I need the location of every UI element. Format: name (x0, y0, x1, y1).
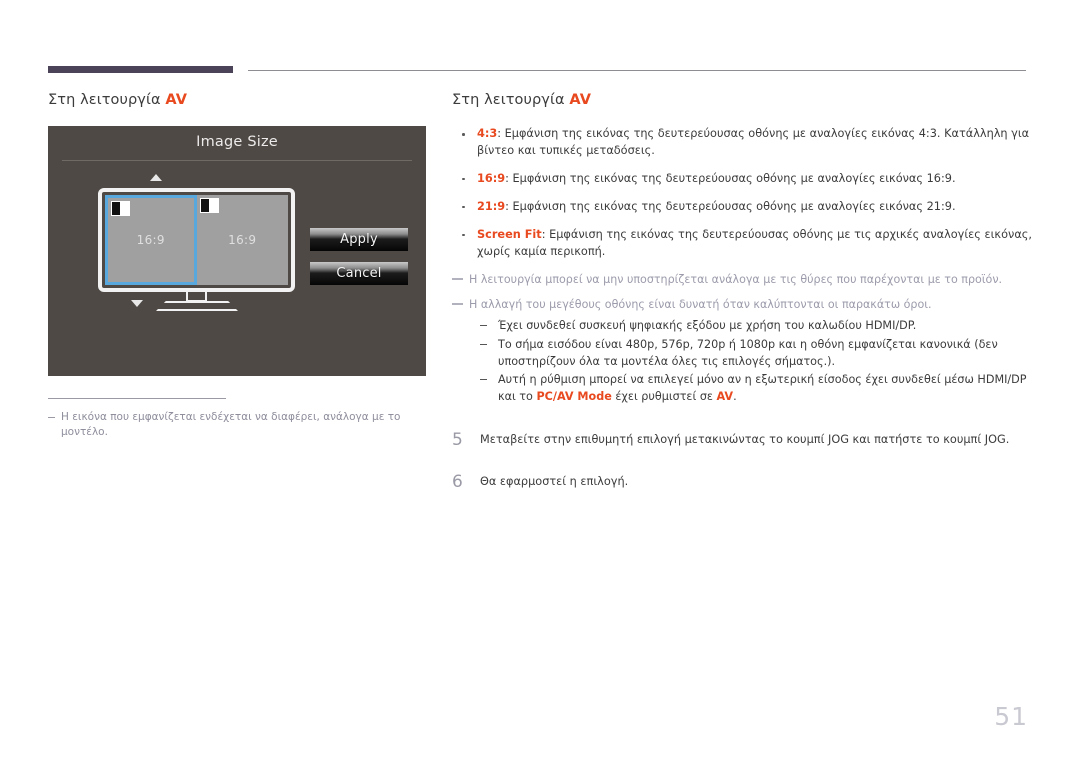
left-note-text: Η εικόνα που εμφανίζεται ενδέχεται να δι… (61, 411, 401, 439)
option-term: 21:9 (477, 199, 506, 213)
left-title-prefix: Στη λειτουργία (48, 92, 166, 108)
monitor-stand-base (156, 301, 238, 311)
step-text: Θα εφαρμοστεί η επιλογή. (480, 474, 629, 488)
header-thin-rule (248, 70, 1026, 71)
pane-badge-icon (111, 201, 130, 216)
osd-button-group: Apply Cancel (310, 228, 408, 296)
condition-text-middle: έχει ρυθμιστεί σε (611, 390, 717, 404)
procedure-steps: 5 Μεταβείτε στην επιθυμητή επιλογή μετακι… (452, 430, 1032, 492)
triangle-down-icon[interactable] (131, 300, 143, 307)
monitor-stand-neck (186, 292, 207, 302)
dash-marker-icon (480, 343, 487, 345)
step-number: 6 (452, 471, 463, 492)
list-item: 4:3: Εμφάνιση της εικόνας της δευτερεύου… (452, 126, 1032, 160)
left-title-accent: AV (165, 92, 188, 108)
condition-text: Έχει συνδεθεί συσκευή ψηφιακής εξόδου με… (498, 318, 917, 332)
note-dash-icon (452, 277, 463, 280)
list-item: 6 Θα εφαρμοστεί η επιλογή. (452, 472, 1032, 492)
list-item: 21:9: Εμφάνιση της εικόνας της δευτερεύο… (452, 199, 1032, 216)
list-item: Έχει συνδεθεί συσκευή ψηφιακής εξόδου με… (478, 318, 1032, 335)
osd-title-divider (62, 160, 412, 161)
page-number: 51 (994, 702, 1028, 731)
list-item: 5 Μεταβείτε στην επιθυμητή επιλογή μετακι… (452, 430, 1032, 450)
pane-secondary-label: 16:9 (228, 233, 257, 247)
option-description: : Εμφάνιση της εικόνας της δευτερεύουσας… (505, 171, 956, 185)
list-item: 16:9: Εμφάνιση της εικόνας της δευτερεύο… (452, 171, 1032, 188)
monitor-bezel: 16:9 16:9 (98, 188, 295, 292)
av-term: AV (716, 390, 734, 404)
header-accent-bar (48, 66, 233, 73)
condition-text: Το σήμα εισόδου είναι 480p, 576p, 720p ή… (498, 337, 998, 368)
option-description: : Εμφάνιση της εικόνας της δευτερεύουσας… (477, 127, 1030, 157)
option-description: : Εμφάνιση της εικόνας της δευτερεύουσας… (505, 199, 956, 213)
left-column-title: Στη λειτουργία AV (48, 92, 440, 108)
left-column: Στη λειτουργία AV Image Size 16:9 16:9 A… (48, 92, 440, 440)
bullet-dot-icon (462, 205, 465, 209)
pane-primary-label: 16:9 (136, 233, 165, 247)
aspect-ratio-option-list: 4:3: Εμφάνιση της εικόνας της δευτερεύου… (452, 126, 1032, 261)
option-description: : Εμφάνιση της εικόνας της δευτερεύουσας… (477, 227, 1032, 258)
option-term: 16:9 (477, 171, 506, 185)
osd-image-size-panel: Image Size 16:9 16:9 Apply Cancel (48, 126, 426, 376)
list-item: Το σήμα εισόδου είναι 480p, 576p, 720p ή… (478, 337, 1032, 371)
option-term: 4:3 (477, 127, 498, 140)
left-note: Η εικόνα που εμφανίζεται ενδέχεται να δι… (48, 410, 440, 440)
step-number: 5 (452, 429, 463, 450)
note-text: Η αλλαγή του μεγέθους οθόνης είναι δυνατ… (469, 298, 932, 312)
bullet-dot-icon (462, 233, 465, 237)
osd-panel-title: Image Size (196, 134, 278, 150)
right-column: Στη λειτουργία AV 4:3: Εμφάνιση της εικό… (452, 92, 1032, 516)
list-item: Αυτή η ρύθμιση μπορεί να επιλεγεί μόνο α… (478, 372, 1032, 406)
note-dash-icon (452, 303, 463, 306)
condition-list: Έχει συνδεθεί συσκευή ψηφιακής εξόδου με… (452, 318, 1032, 406)
pane-primary-selected[interactable]: 16:9 (105, 195, 197, 285)
note-support-ports: Η λειτουργία μπορεί να μην υποστηρίζεται… (452, 272, 1032, 289)
bullet-dot-icon (462, 133, 465, 136)
right-title-accent: AV (569, 92, 592, 108)
pc-av-mode-term: PC/AV Mode (536, 390, 612, 404)
note-dash-icon (48, 417, 55, 418)
list-item: Screen Fit: Εμφάνιση της εικόνας της δευ… (452, 227, 1032, 261)
triangle-up-icon[interactable] (150, 174, 162, 181)
monitor-illustration: 16:9 16:9 (98, 174, 303, 311)
note-screen-size-conditions: Η αλλαγή του μεγέθους οθόνης είναι δυνατ… (452, 297, 1032, 314)
dash-marker-icon (480, 379, 487, 381)
right-column-title: Στη λειτουργία AV (452, 92, 1032, 108)
option-term: Screen Fit (477, 227, 542, 241)
apply-button[interactable]: Apply (310, 228, 408, 251)
page-header-rules (0, 0, 1080, 80)
note-text: Η λειτουργία μπορεί να μην υποστηρίζεται… (469, 272, 1003, 286)
pane-badge-icon (199, 198, 219, 213)
monitor-screen-area: 16:9 16:9 (105, 195, 288, 285)
right-title-prefix: Στη λειτουργία (452, 92, 570, 108)
condition-text-after: . (733, 390, 737, 404)
left-note-divider (48, 398, 226, 399)
pane-secondary[interactable]: 16:9 (196, 195, 288, 285)
cancel-button[interactable]: Cancel (310, 262, 408, 285)
bullet-dot-icon (462, 177, 465, 181)
step-text: Μεταβείτε στην επιθυμητή επιλογή μετακιν… (480, 432, 1010, 446)
dash-marker-icon (480, 324, 487, 326)
